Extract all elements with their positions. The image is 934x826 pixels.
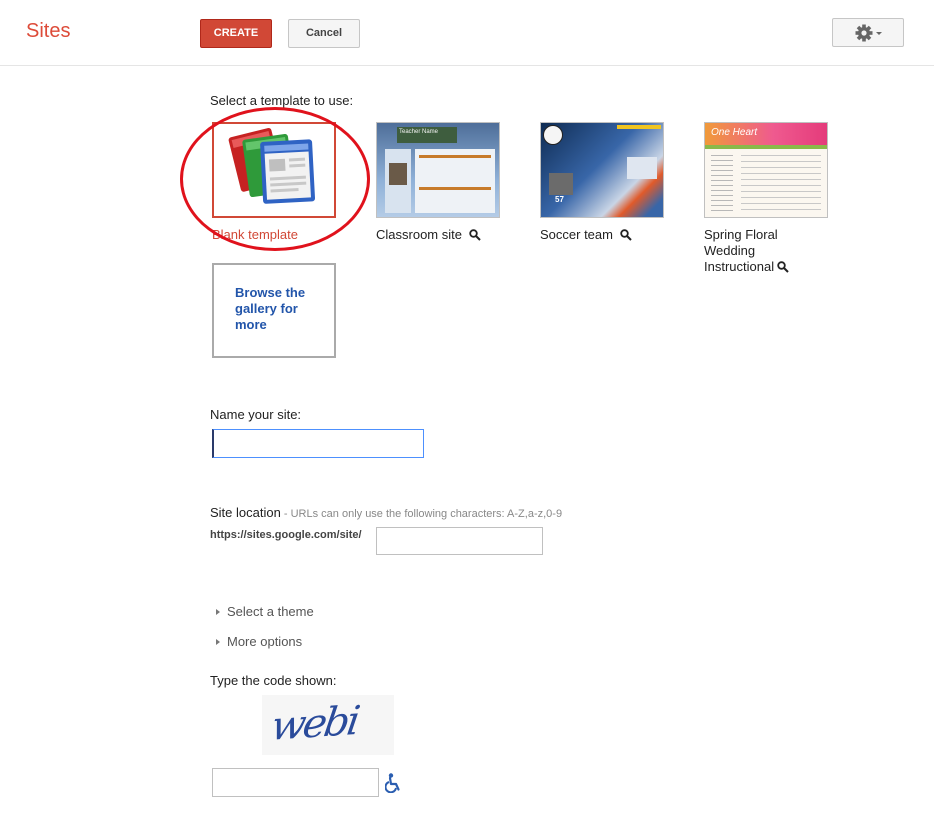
triangle-right-icon bbox=[216, 639, 220, 645]
settings-button[interactable] bbox=[832, 18, 904, 47]
site-location-input[interactable] bbox=[376, 527, 543, 555]
top-bar: Sites CREATE Cancel bbox=[0, 0, 934, 66]
template-blank[interactable] bbox=[212, 122, 336, 218]
template-blank-label[interactable]: Blank template bbox=[212, 227, 322, 243]
template-soccer-caption[interactable]: Soccer team bbox=[540, 227, 650, 243]
triangle-right-icon bbox=[216, 609, 220, 615]
template-classroom-caption[interactable]: Classroom site bbox=[376, 227, 486, 243]
wedding-thumb-content bbox=[741, 155, 821, 213]
site-name-label: Name your site: bbox=[210, 407, 302, 422]
create-button[interactable]: CREATE bbox=[200, 19, 272, 48]
classroom-thumb-title: Teacher Name bbox=[397, 127, 457, 143]
classroom-thumb-bar bbox=[419, 155, 491, 158]
gear-icon bbox=[855, 24, 882, 42]
captcha-input[interactable] bbox=[212, 768, 379, 797]
soccer-thumb-team-photo bbox=[627, 157, 657, 179]
browse-gallery-button[interactable]: Browse the gallery for more bbox=[212, 263, 336, 358]
cancel-button[interactable]: Cancel bbox=[288, 19, 360, 48]
template-soccer-label: Soccer team bbox=[540, 227, 613, 242]
soccer-thumb-bar bbox=[617, 125, 661, 129]
blank-template-icon bbox=[228, 127, 316, 204]
captcha-image: webi bbox=[262, 695, 394, 755]
chevron-down-icon bbox=[876, 32, 882, 35]
captcha-code: webi bbox=[268, 698, 361, 750]
template-wedding-caption[interactable]: Spring Floral Wedding Instructional bbox=[704, 227, 814, 275]
wedding-thumb-nav bbox=[705, 145, 827, 149]
wedding-thumb-sidebar bbox=[711, 155, 733, 213]
app-title[interactable]: Sites bbox=[26, 20, 70, 43]
template-soccer[interactable]: 57 bbox=[540, 122, 664, 218]
select-theme-label: Select a theme bbox=[227, 604, 314, 619]
template-wedding-label-line2: Wedding bbox=[704, 243, 756, 258]
soccer-ball-icon bbox=[543, 125, 563, 145]
classroom-thumb-content bbox=[415, 149, 495, 213]
select-theme-toggle[interactable]: Select a theme bbox=[216, 604, 314, 619]
wheelchair-icon[interactable] bbox=[385, 773, 403, 793]
template-wedding-label-line1: Spring Floral bbox=[704, 227, 778, 242]
site-url-prefix: https://sites.google.com/site/ bbox=[210, 529, 362, 541]
template-classroom[interactable]: Teacher Name bbox=[376, 122, 500, 218]
classroom-thumb-bar bbox=[419, 187, 491, 190]
site-location-label: Site location bbox=[210, 505, 281, 520]
captcha-label: Type the code shown: bbox=[210, 673, 337, 688]
template-wedding[interactable]: One Heart bbox=[704, 122, 828, 218]
template-wedding-label-line3: Instructional bbox=[704, 259, 775, 274]
site-name-input[interactable] bbox=[212, 429, 424, 458]
browse-gallery-line2: gallery for bbox=[235, 301, 298, 316]
magnifier-icon[interactable] bbox=[468, 229, 481, 241]
magnifier-icon[interactable] bbox=[619, 229, 632, 241]
site-location-hint: - URLs can only use the following charac… bbox=[280, 508, 563, 520]
browse-gallery-line1: Browse the bbox=[235, 285, 306, 300]
browse-gallery-line3: more bbox=[235, 317, 267, 332]
template-heading: Select a template to use: bbox=[210, 93, 354, 108]
classroom-thumb-photo bbox=[389, 163, 407, 185]
magnifier-icon[interactable] bbox=[777, 261, 789, 273]
site-location-heading: Site location - URLs can only use the fo… bbox=[210, 505, 562, 520]
wedding-thumb-title: One Heart bbox=[711, 127, 758, 138]
more-options-toggle[interactable]: More options bbox=[216, 634, 302, 649]
template-classroom-label: Classroom site bbox=[376, 227, 462, 242]
soccer-thumb-photo bbox=[549, 173, 573, 195]
soccer-thumb-score: 57 bbox=[555, 195, 564, 204]
more-options-label: More options bbox=[227, 634, 303, 649]
